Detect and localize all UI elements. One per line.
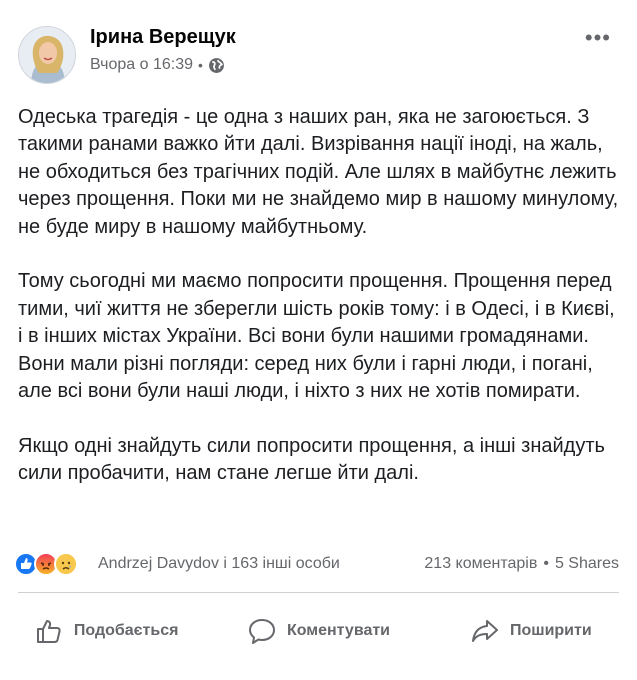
divider	[18, 592, 619, 593]
post-paragraph: Одеська трагедія - це одна з наших ран, …	[18, 106, 619, 238]
reactions-summary[interactable]: Andrzej Davydov і 163 інші особи	[98, 555, 340, 573]
post-header: Ірина Верещук Вчора о 16:39 • •••	[18, 18, 619, 88]
stats-separator: •	[543, 555, 549, 572]
like-button[interactable]: Подобається	[0, 606, 212, 656]
share-icon	[471, 620, 498, 642]
post-actions: Подобається Коментувати Поширити	[0, 606, 637, 656]
reaction-icons[interactable]	[14, 552, 94, 576]
post-paragraph: Тому сьогодні ми маємо попросити прощенн…	[18, 270, 615, 403]
author-name[interactable]: Ірина Верещук	[90, 26, 236, 49]
post-stats: 213 коментарів • 5 Shares	[424, 555, 619, 573]
post-body: Одеська трагедія - це одна з наших ран, …	[18, 104, 624, 515]
share-button[interactable]: Поширити	[425, 606, 637, 656]
comment-label: Коментувати	[286, 622, 391, 639]
reactions-bar: Andrzej Davydov і 163 інші особи 213 ком…	[14, 552, 619, 578]
more-options-icon[interactable]: •••	[585, 27, 611, 49]
comment-button[interactable]: Коментувати	[212, 606, 424, 656]
author-avatar[interactable]	[18, 26, 76, 84]
like-label: Подобається	[73, 622, 179, 639]
thumbs-up-icon	[36, 620, 61, 643]
meta-separator: •	[198, 57, 203, 73]
comment-icon	[248, 619, 275, 644]
post-meta: Вчора о 16:39 •	[90, 56, 225, 74]
post-paragraph: Якщо одні знайдуть сили попросити прощен…	[18, 434, 605, 485]
post-timestamp[interactable]: Вчора о 16:39	[90, 56, 193, 74]
shares-count[interactable]: 5 Shares	[555, 555, 619, 573]
globe-icon	[208, 57, 224, 73]
comments-count[interactable]: 213 коментарів	[424, 555, 537, 573]
share-label: Поширити	[509, 622, 592, 639]
sad-icon	[54, 552, 78, 576]
